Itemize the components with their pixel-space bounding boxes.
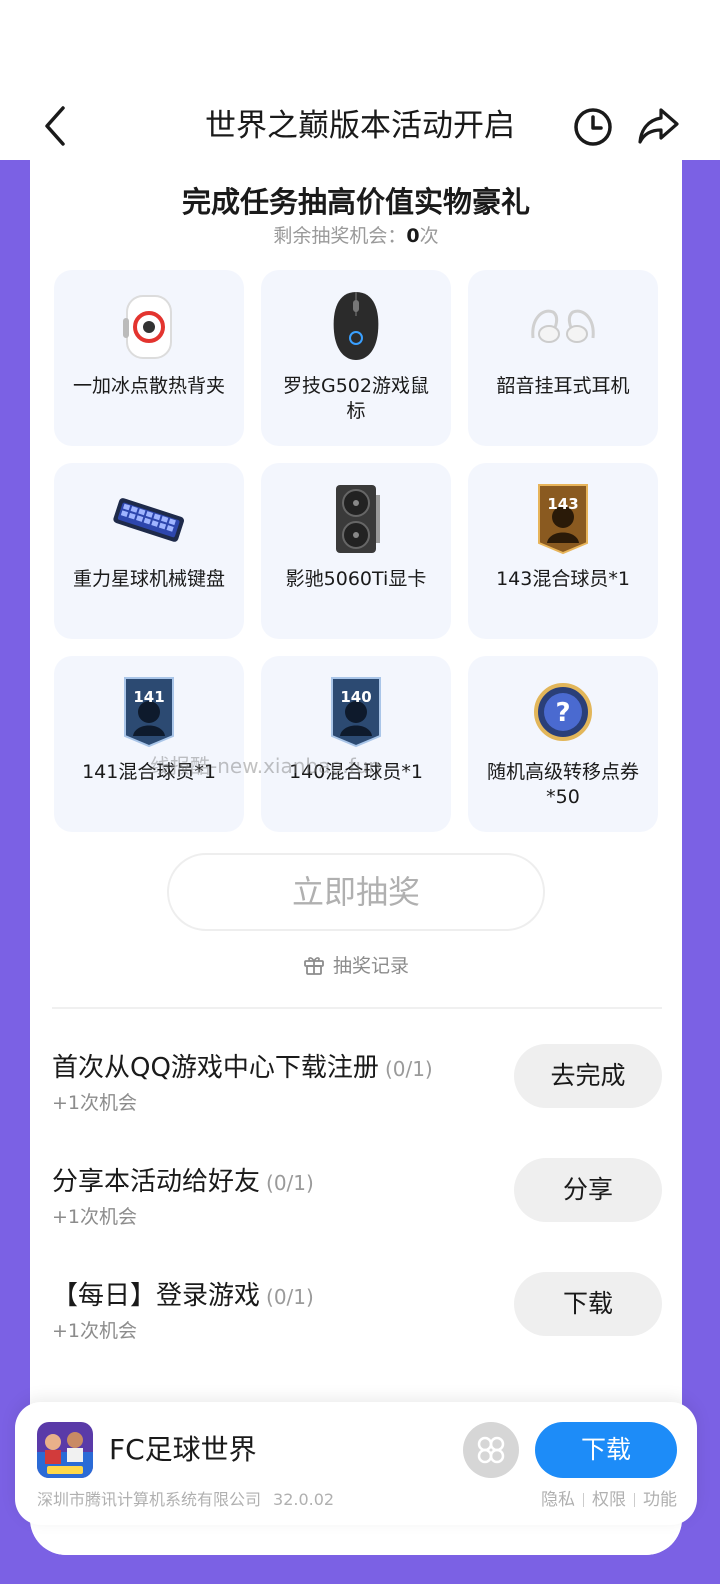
share-arrow-icon xyxy=(638,108,679,144)
prize-card: 罗技G502游戏鼠标 xyxy=(261,270,451,446)
task-item: 分享本活动给好友 (0/1) +1次机会 分享 xyxy=(52,1158,662,1244)
task-progress: (0/1) xyxy=(266,1285,314,1309)
earbuds-icon xyxy=(523,288,603,364)
permissions-link[interactable]: 权限 xyxy=(592,1490,626,1510)
prize-label: 影驰5060Ti显卡 xyxy=(285,568,427,590)
share-button[interactable] xyxy=(636,104,680,148)
back-button[interactable] xyxy=(36,104,76,148)
clock-icon xyxy=(574,108,612,146)
cooling-fan-clip-icon xyxy=(109,288,189,364)
task-title: 首次从QQ游戏中心下载注册 xyxy=(52,1053,379,1083)
prize-card: 143 143混合球员*1 xyxy=(468,463,658,639)
privacy-link[interactable]: 隐私 xyxy=(541,1490,575,1510)
gift-icon xyxy=(304,956,324,975)
app-version: 32.0.02 xyxy=(273,1490,335,1509)
remaining-unit: 次 xyxy=(419,225,439,247)
activity-panel: 完成任务抽高价值实物豪礼 剩余抽奖机会：0次 一加冰点散热背夹 罗技G502游戏… xyxy=(30,160,682,1555)
publisher-info: 深圳市腾讯计算机系统有限公司 32.0.02 xyxy=(37,1488,334,1512)
player-card-140-icon: 140 xyxy=(316,674,396,750)
prize-label: 143混合球员*1 xyxy=(496,568,630,590)
task-progress: (0/1) xyxy=(384,1057,433,1081)
task-reward: +1次机会 xyxy=(52,1320,138,1342)
task-title: 【每日】登录游戏 xyxy=(52,1281,261,1311)
task-complete-button[interactable]: 去完成 xyxy=(514,1044,662,1108)
draw-record-label: 抽奖记录 xyxy=(332,955,409,977)
svg-text:140: 140 xyxy=(340,688,371,706)
prize-label: 韶音挂耳式耳机 xyxy=(496,375,630,397)
prize-label: 重力星球机械键盘 xyxy=(72,568,225,590)
player-card-141-icon: 141 xyxy=(109,674,189,750)
prize-card: 141 141混合球员*1 xyxy=(54,656,244,832)
app-info-links: 隐私 权限 功能 xyxy=(541,1488,677,1512)
prize-label: 随机高级转移点券*50 xyxy=(486,761,639,808)
task-reward: +1次机会 xyxy=(52,1092,138,1114)
task-progress: (0/1) xyxy=(266,1171,314,1195)
keyboard-icon xyxy=(109,481,189,557)
section-divider xyxy=(52,1007,662,1009)
features-link[interactable]: 功能 xyxy=(643,1490,677,1510)
task-share-button[interactable]: 分享 xyxy=(514,1158,662,1222)
link-separator xyxy=(583,1493,584,1507)
publisher-name: 深圳市腾讯计算机系统有限公司 xyxy=(37,1490,262,1509)
more-apps-button[interactable] xyxy=(463,1422,519,1478)
task-title: 分享本活动给好友 xyxy=(52,1167,261,1197)
link-separator xyxy=(634,1493,635,1507)
history-button[interactable] xyxy=(572,106,614,148)
app-download-button[interactable]: 下载 xyxy=(535,1422,677,1478)
prize-card: 一加冰点散热背夹 xyxy=(54,270,244,446)
svg-text:141: 141 xyxy=(133,688,164,706)
remaining-label: 剩余抽奖机会： xyxy=(273,225,407,247)
prize-card: 重力星球机械键盘 xyxy=(54,463,244,639)
prize-label: 一加冰点散热背夹 xyxy=(72,375,225,397)
task-item: 【每日】登录游戏 (0/1) +1次机会 下载 xyxy=(52,1272,662,1358)
watermark-text: 线报酷-new.xianbao.fun xyxy=(150,754,381,778)
lottery-title: 完成任务抽高价值实物豪礼 xyxy=(181,185,530,219)
task-download-button[interactable]: 下载 xyxy=(514,1272,662,1336)
prize-card: ? 随机高级转移点券*50 xyxy=(468,656,658,832)
app-name: FC足球世界 xyxy=(109,1433,257,1466)
graphics-card-icon xyxy=(316,481,396,557)
draw-now-button[interactable]: 立即抽奖 xyxy=(167,853,545,931)
chevron-left-icon xyxy=(45,106,65,146)
app-download-card: FC足球世界 下载 深圳市腾讯计算机系统有限公司 32.0.02 隐私 权限 功能 xyxy=(15,1402,697,1525)
remaining-count: 0 xyxy=(406,225,420,247)
top-bar: 世界之巅版本活动开启 xyxy=(0,0,720,160)
mystery-coin-icon: ? xyxy=(523,674,603,750)
remaining-chances: 剩余抽奖机会：0次 xyxy=(30,222,682,250)
prize-card: 140 140混合球员*1 xyxy=(261,656,451,832)
task-reward: +1次机会 xyxy=(52,1206,138,1228)
task-item: 首次从QQ游戏中心下载注册 (0/1) +1次机会 去完成 xyxy=(52,1044,662,1130)
prize-card: 影驰5060Ti显卡 xyxy=(261,463,451,639)
prize-label: 罗技G502游戏鼠标 xyxy=(283,375,429,422)
gaming-mouse-icon xyxy=(316,288,396,364)
page-title: 世界之巅版本活动开启 xyxy=(205,108,515,144)
prize-card: 韶音挂耳式耳机 xyxy=(468,270,658,446)
player-card-143-icon: 143 xyxy=(523,481,603,557)
app-icon[interactable] xyxy=(37,1422,93,1478)
svg-text:143: 143 xyxy=(547,495,578,513)
grid-icon xyxy=(477,1436,505,1464)
draw-record-link[interactable]: 抽奖记录 xyxy=(30,950,682,982)
svg-text:?: ? xyxy=(555,698,570,728)
